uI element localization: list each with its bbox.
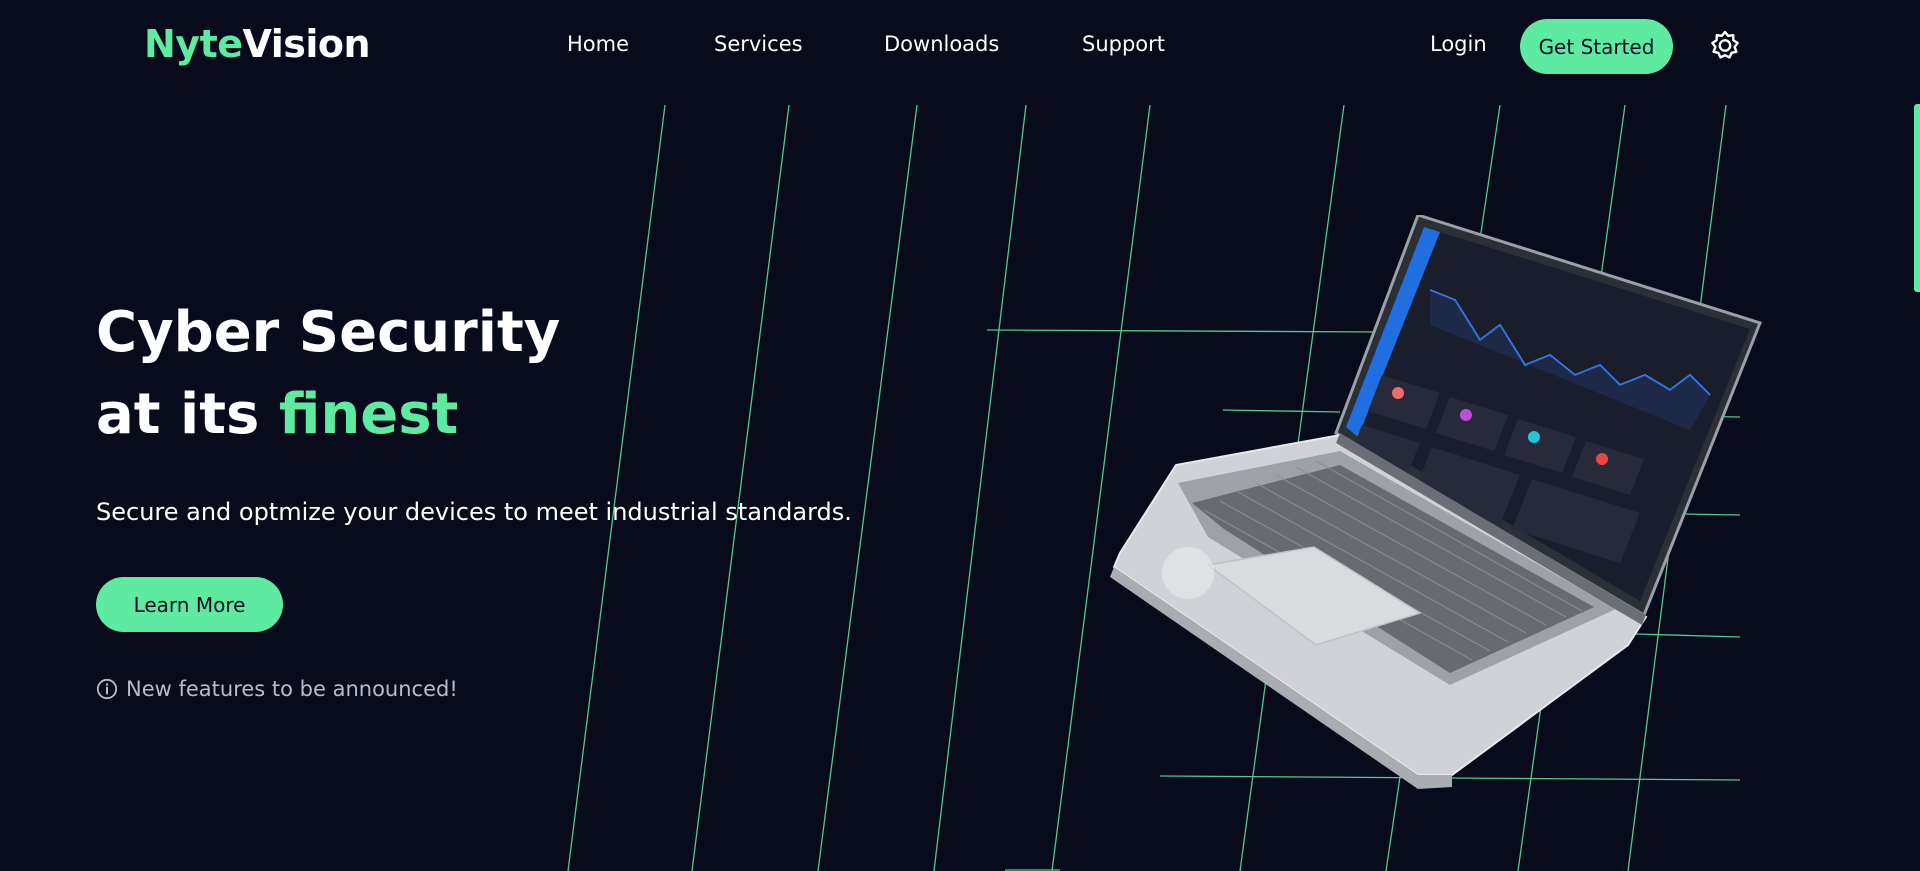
hero-title-line2-prefix: at its — [96, 382, 260, 447]
site-header: NyteVision Home Services Downloads Suppo… — [0, 0, 1920, 92]
info-icon — [96, 678, 118, 700]
login-link[interactable]: Login — [1430, 32, 1487, 56]
hero-subtitle: Secure and optmize your devices to meet … — [96, 498, 852, 526]
theme-toggle-button[interactable] — [1710, 30, 1740, 60]
get-started-button[interactable]: Get Started — [1520, 19, 1673, 74]
hero-title-highlight: finest — [278, 382, 459, 447]
learn-more-button[interactable]: Learn More — [96, 577, 283, 632]
notice-text: New features to be announced! — [126, 677, 458, 701]
announcement-notice: New features to be announced! — [96, 677, 458, 701]
nav-downloads[interactable]: Downloads — [884, 32, 999, 56]
nav-home[interactable]: Home — [567, 32, 629, 56]
hero-title: Cyber Security at its finest — [96, 292, 560, 456]
page: NyteVision Home Services Downloads Suppo… — [0, 0, 1920, 871]
scroll-indicator[interactable] — [1914, 104, 1920, 292]
sun-gear-icon — [1711, 30, 1739, 59]
laptop-dashboard-icon — [1110, 215, 1762, 789]
hero-title-line1: Cyber Security — [96, 300, 561, 365]
nav-services[interactable]: Services — [714, 32, 803, 56]
nav-support[interactable]: Support — [1082, 32, 1165, 56]
